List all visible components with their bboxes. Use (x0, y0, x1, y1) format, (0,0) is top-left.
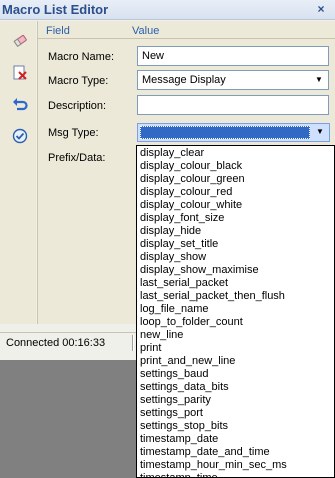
description-input[interactable] (137, 95, 329, 115)
dropdown-option[interactable]: timestamp_hour_min_sec_ms (137, 459, 334, 472)
macro-type-value: Message Display (142, 74, 226, 86)
dropdown-option[interactable]: new_line (137, 329, 334, 342)
dropdown-option[interactable]: display_colour_red (137, 186, 334, 199)
dropdown-option[interactable]: display_show_maximise (137, 264, 334, 277)
side-toolbar (0, 21, 36, 324)
dropdown-option[interactable]: display_clear (137, 147, 334, 160)
dropdown-option[interactable]: display_font_size (137, 212, 334, 225)
msg-type-dropdown-list[interactable]: display_clear display_colour_black display… (136, 145, 335, 478)
title-bar: Macro List Editor × (0, 0, 335, 20)
dropdown-option[interactable]: display_show (137, 251, 334, 264)
close-icon[interactable]: × (313, 1, 329, 18)
prefix-data-label: Prefix/Data: (48, 152, 106, 164)
macro-name-label: Macro Name: (48, 51, 115, 63)
dropdown-option[interactable]: timestamp_date_and_time (137, 446, 334, 459)
status-divider (132, 335, 134, 351)
msg-type-label: Msg Type: (48, 127, 99, 139)
description-label: Description: (48, 100, 107, 112)
connection-status: Connected 00:16:33 (6, 337, 106, 349)
window-title: Macro List Editor (2, 2, 109, 17)
eraser-icon[interactable] (10, 31, 30, 51)
undo-icon[interactable] (10, 94, 30, 114)
chevron-down-icon[interactable]: ▼ (314, 125, 326, 139)
dropdown-option[interactable]: timestamp_time (137, 472, 334, 477)
macro-name-input[interactable]: New (137, 46, 329, 66)
msg-type-select[interactable]: ▼ (137, 123, 330, 142)
dropdown-option[interactable]: display_colour_green (137, 173, 334, 186)
dropdown-option[interactable]: last_serial_packet_then_flush (137, 290, 334, 303)
delete-icon[interactable] (10, 63, 30, 83)
dropdown-option[interactable]: loop_to_folder_count (137, 316, 334, 329)
chevron-down-icon[interactable]: ▼ (313, 73, 325, 87)
dropdown-option[interactable]: settings_stop_bits (137, 420, 334, 433)
dropdown-option[interactable]: display_set_title (137, 238, 334, 251)
dropdown-option[interactable]: last_serial_packet (137, 277, 334, 290)
apply-icon[interactable] (10, 126, 30, 146)
grid-header: Field Value (38, 21, 335, 39)
macro-type-label: Macro Type: (48, 75, 109, 87)
msg-type-value (140, 126, 310, 139)
dropdown-option[interactable]: settings_data_bits (137, 381, 334, 394)
column-header-value: Value (132, 25, 160, 37)
dropdown-option[interactable]: print (137, 342, 334, 355)
macro-type-select[interactable]: Message Display ▼ (137, 70, 329, 90)
dropdown-option[interactable]: display_colour_white (137, 199, 334, 212)
column-header-field: Field (46, 25, 70, 37)
dropdown-option[interactable]: print_and_new_line (137, 355, 334, 368)
dropdown-option[interactable]: display_hide (137, 225, 334, 238)
dropdown-option[interactable]: timestamp_date (137, 433, 334, 446)
dropdown-option[interactable]: display_colour_black (137, 160, 334, 173)
dropdown-option[interactable]: settings_port (137, 407, 334, 420)
dropdown-option[interactable]: log_file_name (137, 303, 334, 316)
dropdown-option[interactable]: settings_baud (137, 368, 334, 381)
dropdown-option[interactable]: settings_parity (137, 394, 334, 407)
